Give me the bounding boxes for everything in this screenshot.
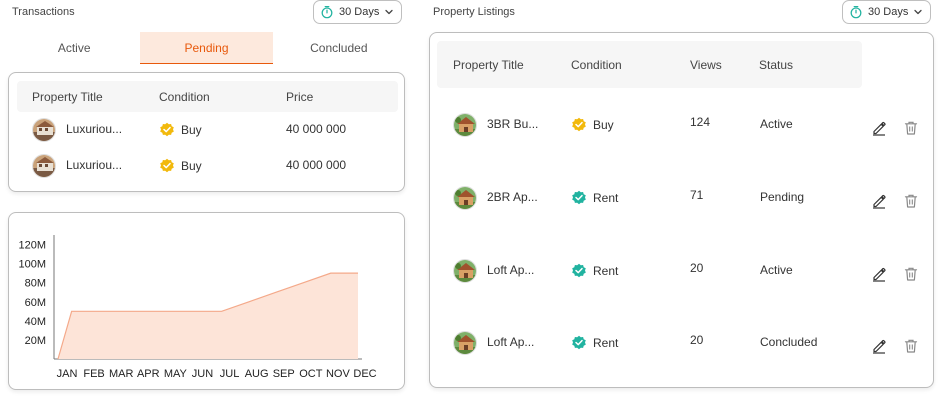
x-tick-label: APR [137, 368, 160, 380]
verified-badge-icon [572, 263, 586, 278]
row-condition: Buy [571, 117, 614, 133]
listings-table-header: Property Title Condition Views Status [437, 41, 862, 88]
verified-badge-icon [572, 335, 586, 350]
row-condition: Rent [571, 335, 618, 351]
row-price: 40 000 000 [286, 122, 347, 136]
x-tick-label: MAY [164, 368, 188, 380]
x-tick-label: JAN [57, 368, 78, 380]
listings-range-dropdown[interactable]: 30 Days [842, 0, 932, 24]
y-tick-label: 100M [18, 259, 46, 271]
x-tick-label: NOV [326, 368, 351, 380]
chevron-down-icon [914, 9, 923, 15]
row-condition: Buy [159, 158, 202, 174]
row-property-title: Loft Ap... [487, 335, 535, 349]
x-tick-label: SEP [273, 368, 295, 380]
condition-label: Buy [593, 118, 614, 132]
property-thumbnail [32, 118, 56, 142]
trash-icon[interactable] [903, 120, 919, 136]
row-condition: Rent [571, 263, 618, 279]
verified-badge-icon [572, 190, 586, 205]
row-property-title: 3BR Bu... [487, 117, 539, 131]
y-tick-label: 40M [25, 316, 46, 328]
condition-label: Rent [593, 191, 619, 205]
x-tick-label: DEC [353, 368, 376, 380]
row-property-title: Loft Ap... [487, 263, 535, 277]
x-tick-label: FEB [83, 368, 104, 380]
verified-badge-icon [572, 117, 586, 132]
row-status: Active [760, 117, 793, 131]
listings-table-card: Property Title Condition Views Status 3B… [429, 32, 934, 388]
row-views: 71 [690, 188, 704, 202]
property-thumbnail [453, 186, 477, 210]
property-thumbnail [453, 331, 477, 355]
transactions-range-label: 30 Days [339, 6, 380, 18]
x-tick-label: OCT [299, 368, 323, 380]
transactions-table-card: Property Title Condition Price Luxuriou.… [8, 72, 405, 192]
transactions-range-dropdown[interactable]: 30 Days [313, 0, 403, 24]
row-price: 40 000 000 [286, 158, 347, 172]
chevron-down-icon [385, 9, 394, 15]
tab-pending[interactable]: Pending [140, 32, 273, 64]
tab-concluded[interactable]: Concluded [273, 32, 405, 64]
row-views: 20 [690, 261, 704, 275]
column-header-property-title: Property Title [453, 57, 524, 72]
pencil-icon[interactable] [871, 120, 887, 136]
row-status: Active [760, 263, 793, 277]
row-status: Pending [760, 190, 805, 204]
column-header-condition: Condition [159, 89, 210, 104]
x-tick-label: AUG [245, 368, 269, 380]
property-thumbnail [453, 259, 477, 283]
row-views: 20 [690, 333, 704, 347]
y-tick-label: 60M [25, 297, 46, 309]
tab-active[interactable]: Active [8, 32, 140, 64]
x-tick-label: JUN [192, 368, 213, 380]
condition-label: Rent [593, 264, 619, 278]
area-series-fill [58, 273, 358, 359]
listings-title: Property Listings [433, 6, 515, 18]
pencil-icon[interactable] [871, 193, 887, 209]
row-status: Concluded [760, 335, 818, 349]
condition-label: Buy [181, 123, 202, 137]
verified-badge-icon [160, 158, 174, 173]
sales-chart-card: 20M 40M 60M 80M 100M 120M JAN FEB MAR APR MAY JUN JU… [8, 212, 405, 390]
timer-icon [321, 5, 333, 19]
transaction-tabs: Active Pending Concluded [8, 32, 405, 64]
row-property-title: Luxuriou... [66, 158, 123, 172]
transactions-table-header: Property Title Condition Price [17, 81, 398, 112]
trash-icon[interactable] [903, 193, 919, 209]
pencil-icon[interactable] [871, 338, 887, 354]
timer-icon [850, 5, 862, 19]
area-chart: 20M 40M 60M 80M 100M 120M JAN FEB MAR APR MAY JUN JU… [18, 235, 377, 380]
listings-range-label: 30 Days [868, 6, 909, 18]
x-tick-label: JUL [220, 368, 240, 380]
trash-icon[interactable] [903, 266, 919, 282]
row-condition: Rent [571, 190, 618, 206]
column-header-views: Views [690, 57, 722, 72]
row-property-title: 2BR Ap... [487, 190, 538, 204]
condition-label: Rent [593, 336, 619, 350]
row-property-title: Luxuriou... [66, 122, 123, 136]
y-tick-label: 20M [25, 335, 46, 347]
column-header-property-title: Property Title [32, 89, 103, 104]
y-tick-label: 80M [25, 278, 46, 290]
column-header-status: Status [759, 57, 794, 72]
verified-badge-icon [160, 122, 174, 137]
x-tick-label: MAR [109, 368, 134, 380]
condition-label: Buy [181, 159, 202, 173]
pencil-icon[interactable] [871, 266, 887, 282]
trash-icon[interactable] [903, 338, 919, 354]
row-views: 124 [690, 115, 711, 129]
column-header-price: Price [286, 89, 314, 104]
column-header-condition: Condition [571, 57, 622, 72]
row-condition: Buy [159, 122, 202, 138]
y-tick-label: 120M [18, 240, 46, 252]
transactions-title: Transactions [12, 6, 75, 18]
property-thumbnail [32, 154, 56, 178]
property-thumbnail [453, 113, 477, 137]
